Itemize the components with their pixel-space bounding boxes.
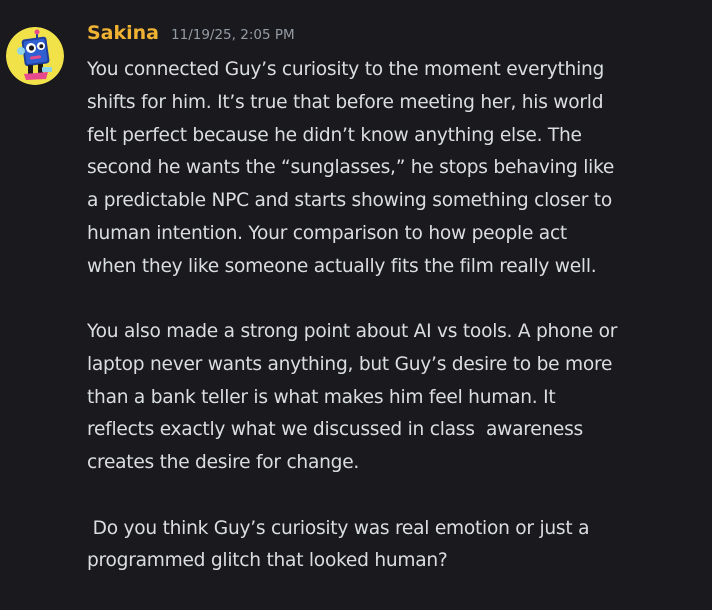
text-line: programmed glitch that looked human? <box>87 550 448 572</box>
message-content: You connected Guy’s curiosity to the mom… <box>87 54 699 578</box>
paragraph: You also made a strong point about AI vs… <box>87 316 699 480</box>
chat-message: Sakina 11/19/25, 2:05 PM You connected G… <box>0 0 712 610</box>
text-line: Do you think Guy’s curiosity was real em… <box>87 517 590 539</box>
user-avatar[interactable] <box>6 27 64 85</box>
paragraph: You connected Guy’s curiosity to the mom… <box>87 54 699 283</box>
text-line: creates the desire for change. <box>87 452 360 473</box>
text-line: a predictable NPC and starts showing som… <box>87 190 612 211</box>
text-line: reflects exactly what we discussed in cl… <box>87 419 583 441</box>
username[interactable]: Sakina <box>87 22 159 44</box>
text-line: human intention. Your comparison to how … <box>87 222 567 244</box>
robot-avatar-icon <box>6 27 64 85</box>
message-header: Sakina 11/19/25, 2:05 PM <box>87 22 295 50</box>
text-line: when they like someone actually fits the… <box>87 255 597 277</box>
text-line: felt perfect because he didn’t know anyt… <box>87 124 582 146</box>
text-line: You connected Guy’s curiosity to the mom… <box>87 59 605 80</box>
text-line: You also made a strong point about AI vs… <box>87 321 618 342</box>
text-line: second he wants the “sunglasses,” he sto… <box>87 157 615 179</box>
paragraph: Do you think Guy’s curiosity was real em… <box>87 513 699 579</box>
text-line: shifts for him. It’s true that before me… <box>87 91 604 113</box>
timestamp[interactable]: 11/19/25, 2:05 PM <box>171 27 295 43</box>
text-line: than a bank teller is what makes him fee… <box>87 386 556 408</box>
text-line: laptop never wants anything, but Guy’s d… <box>87 353 613 375</box>
